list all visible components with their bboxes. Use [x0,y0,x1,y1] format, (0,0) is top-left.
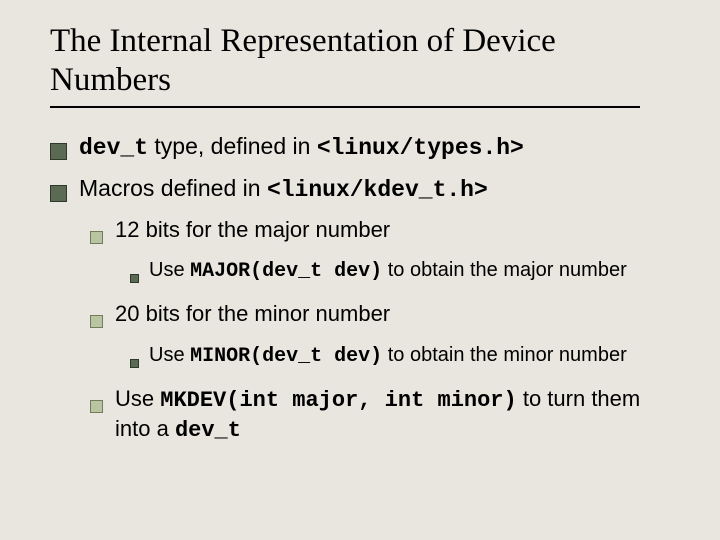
square-bullet-icon [90,223,103,252]
sub-sub-list: Use MINOR(dev_t dev) to obtain the minor… [130,342,680,375]
bullet-text: Use MKDEV(int major, int minor) to turn … [115,385,680,446]
bullet-item: dev_t type, defined in <linux/types.h> [50,132,680,168]
slide-title: The Internal Representation of Device Nu… [50,22,680,100]
bullet-item: Use MKDEV(int major, int minor) to turn … [90,385,680,446]
bullet-item: 20 bits for the minor number [90,300,680,336]
bullet-item: Use MINOR(dev_t dev) to obtain the minor… [130,342,680,375]
bullet-item: Use MAJOR(dev_t dev) to obtain the major… [130,257,680,290]
square-bullet-icon [130,349,139,375]
square-bullet-icon [90,307,103,336]
square-bullet-icon [90,392,103,421]
bullet-item: Macros defined in <linux/kdev_t.h> [50,174,680,210]
text: Macros defined in [79,175,267,201]
text: type, defined in [148,133,317,159]
bullet-text: Use MAJOR(dev_t dev) to obtain the major… [149,257,680,285]
code-text: MKDEV(int major, int minor) [160,388,516,413]
code-text: MAJOR(dev_t dev) [190,260,382,283]
code-text: MINOR(dev_t dev) [190,345,382,368]
slide: The Internal Representation of Device Nu… [0,0,720,540]
sub-list: 20 bits for the minor number [90,300,680,336]
text: Use [115,386,160,411]
code-text: dev_t [175,418,241,443]
sub-list: 12 bits for the major number [90,216,680,252]
text: to obtain the major number [382,259,627,281]
code-text: <linux/types.h> [317,135,524,161]
title-underline [50,106,640,108]
bullet-text: 20 bits for the minor number [115,300,680,329]
bullet-text: 12 bits for the major number [115,216,680,245]
text: Use [149,259,190,281]
sub-list: Use MKDEV(int major, int minor) to turn … [90,385,680,446]
square-bullet-icon [50,138,67,168]
square-bullet-icon [130,264,139,290]
bullet-text: Use MINOR(dev_t dev) to obtain the minor… [149,342,680,370]
sub-sub-list: Use MAJOR(dev_t dev) to obtain the major… [130,257,680,290]
code-text: dev_t [79,135,148,161]
code-text: <linux/kdev_t.h> [267,177,488,203]
text: to obtain the minor number [382,344,627,366]
bullet-item: 12 bits for the major number [90,216,680,252]
bullet-text: Macros defined in <linux/kdev_t.h> [79,174,680,206]
square-bullet-icon [50,180,67,210]
slide-content: dev_t type, defined in <linux/types.h> M… [50,132,680,446]
bullet-text: dev_t type, defined in <linux/types.h> [79,132,680,164]
text: Use [149,344,190,366]
